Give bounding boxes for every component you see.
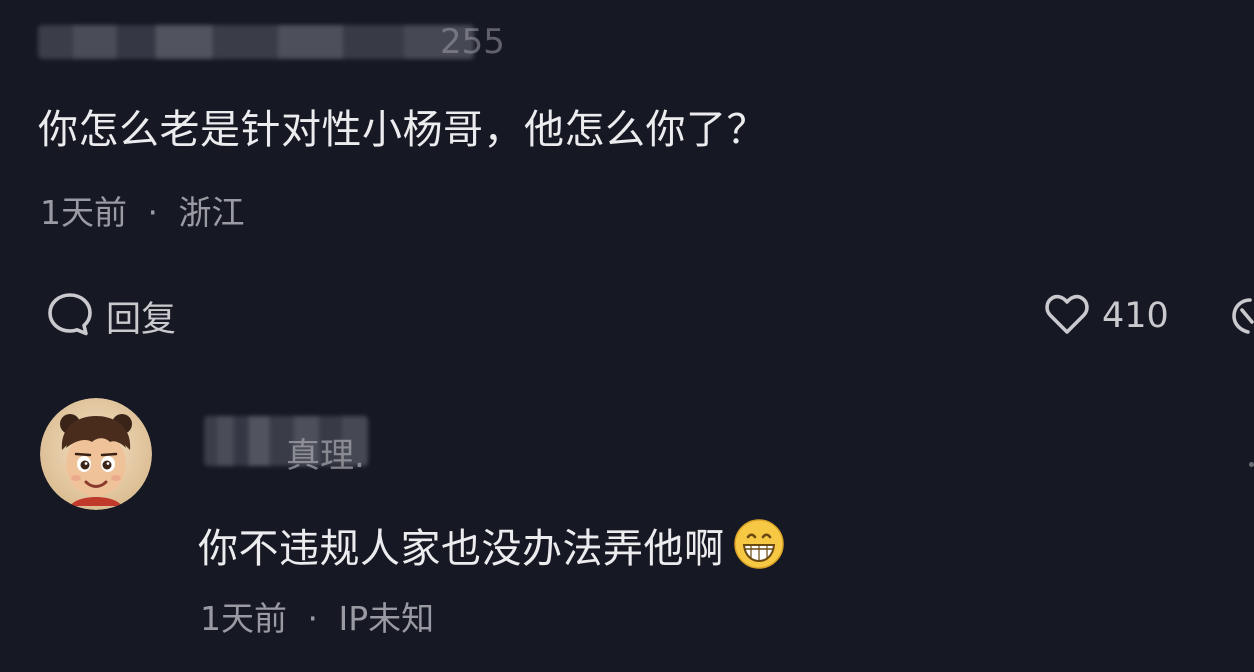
like-button[interactable]: 410: [1044, 288, 1169, 344]
comment-item: 真理. 你不违规人家也没办法弄他啊 1天前 · IP未知: [0, 380, 1254, 672]
comment-time: 1天前: [200, 599, 287, 638]
comment-meta: 1天前 · 浙江: [40, 186, 245, 234]
dislike-icon[interactable]: [1228, 296, 1254, 340]
comment-actions: 回复 410: [0, 288, 1254, 344]
comment-text: 你不违规人家也没办法弄他啊: [198, 518, 785, 579]
meta-separator: ·: [307, 599, 319, 638]
like-count: 410: [1102, 296, 1169, 336]
comment-item: 255 你怎么老是针对性小杨哥，他怎么你了？ 1天前 · 浙江 回复 410: [0, 0, 1254, 370]
comment-location: 浙江: [178, 193, 245, 232]
heart-outline-icon: [1044, 293, 1090, 339]
more-options-dot[interactable]: [1249, 462, 1254, 467]
username-fragment: 255: [440, 22, 505, 62]
speech-bubble-icon: [46, 290, 94, 342]
meta-separator: ·: [147, 193, 159, 232]
username-fragment: 真理.: [286, 436, 365, 476]
avatar[interactable]: [40, 398, 152, 510]
comment-text-content: 你不违规人家也没办法弄他啊: [198, 526, 725, 572]
comment-time: 1天前: [40, 193, 127, 232]
grinning-face-emoji-icon: [733, 518, 785, 579]
reply-button[interactable]: 回复: [46, 288, 176, 344]
reply-label: 回复: [106, 299, 177, 340]
comment-text: 你怎么老是针对性小杨哥，他怎么你了？: [38, 107, 767, 153]
comment-meta: 1天前 · IP未知: [200, 592, 434, 640]
blurred-username[interactable]: [38, 25, 474, 59]
comment-location: IP未知: [338, 599, 435, 638]
